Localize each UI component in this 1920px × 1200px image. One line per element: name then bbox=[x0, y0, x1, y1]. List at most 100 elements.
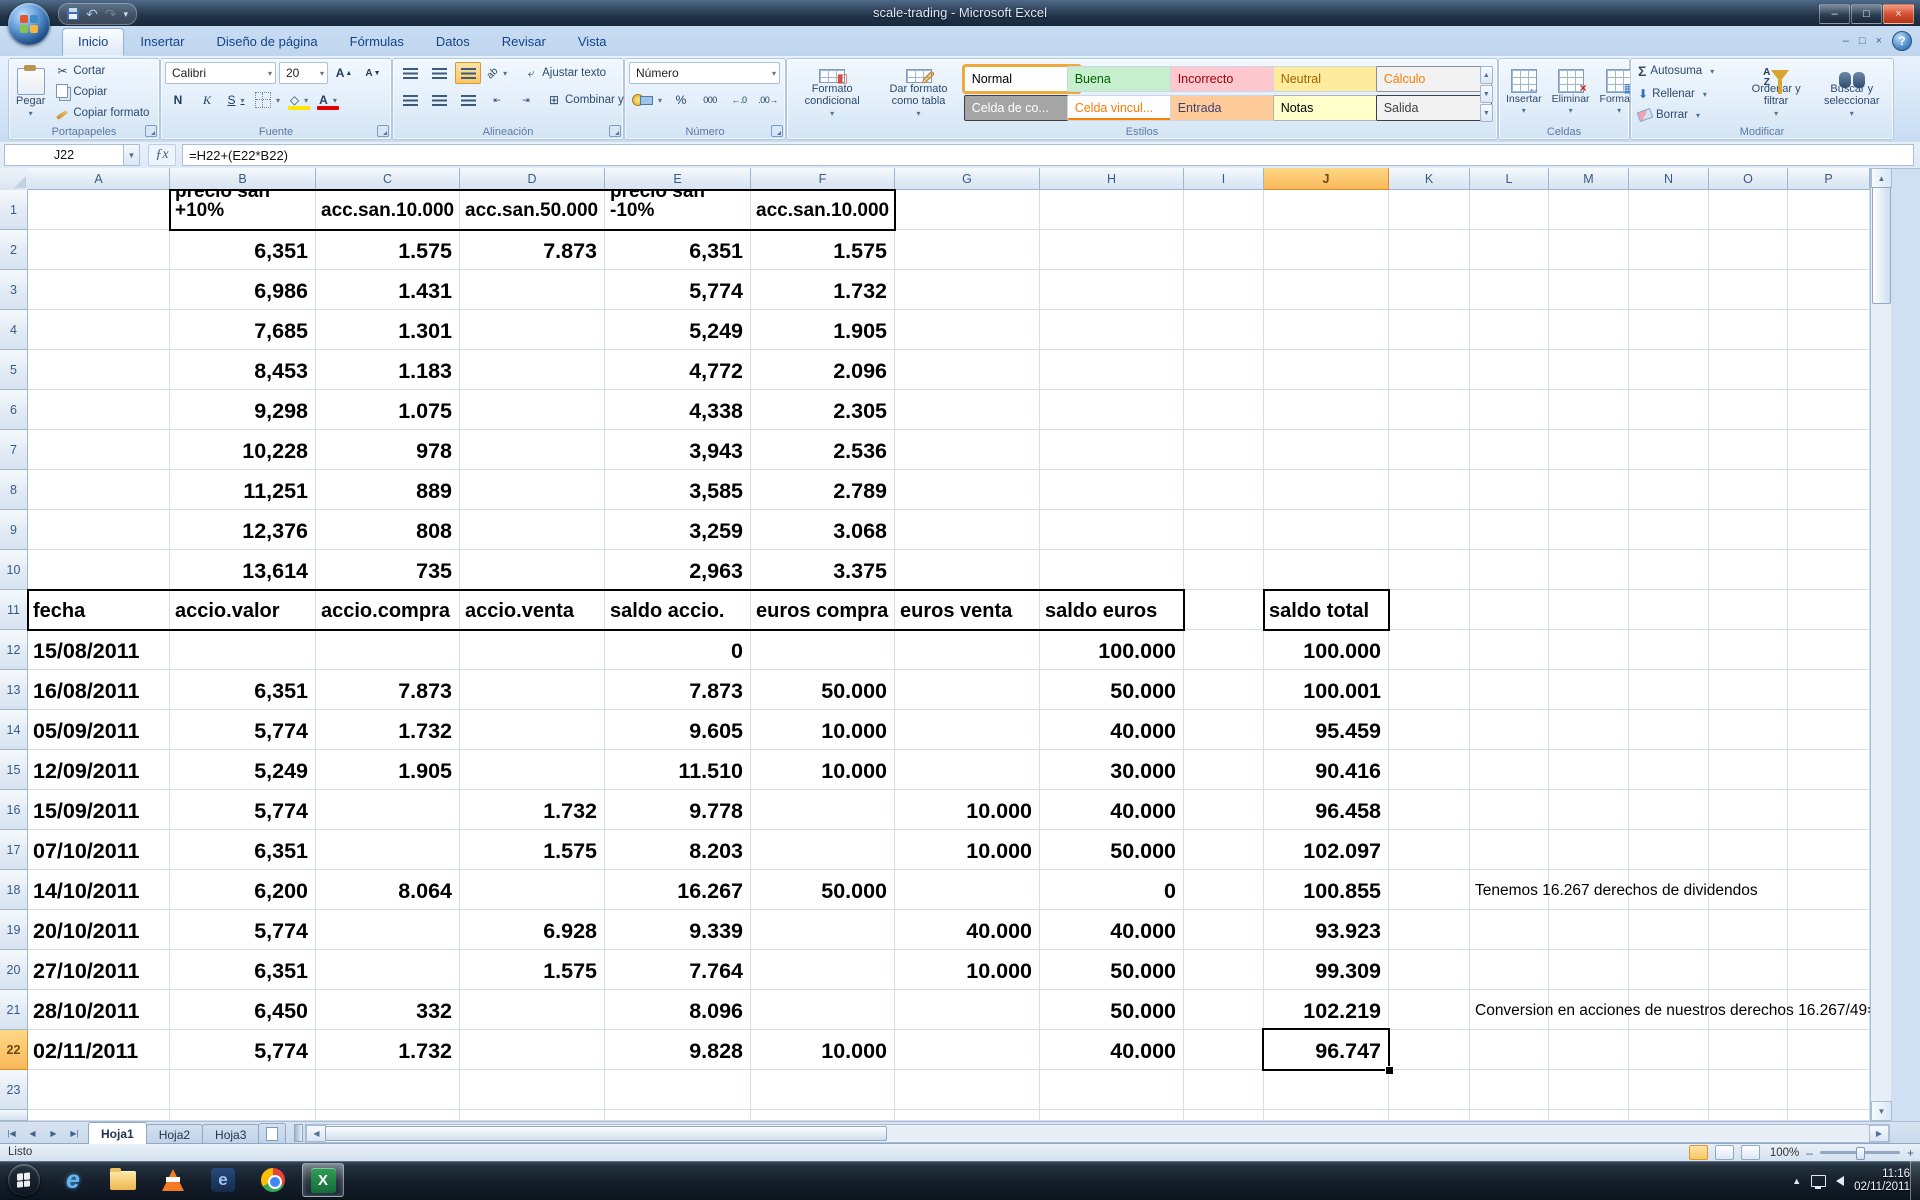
cell-D23[interactable] bbox=[460, 1070, 605, 1110]
cell-M6[interactable] bbox=[1549, 390, 1629, 430]
cell-E15[interactable]: 11.510 bbox=[605, 750, 751, 790]
cell-E11[interactable]: saldo accio. bbox=[605, 590, 751, 630]
cell-A6[interactable] bbox=[28, 390, 170, 430]
cell-L4[interactable] bbox=[1470, 310, 1549, 350]
cell-N14[interactable] bbox=[1629, 710, 1709, 750]
cell-G2[interactable] bbox=[895, 230, 1040, 270]
cell-C20[interactable] bbox=[316, 950, 460, 990]
cell-E17[interactable]: 8.203 bbox=[605, 830, 751, 870]
cell-A1[interactable] bbox=[28, 190, 170, 230]
cell-G18[interactable] bbox=[895, 870, 1040, 910]
cell-M22[interactable] bbox=[1549, 1030, 1629, 1070]
cell-G23[interactable] bbox=[895, 1070, 1040, 1110]
page-break-view-button[interactable] bbox=[1741, 1145, 1760, 1160]
cell-P6[interactable] bbox=[1788, 390, 1870, 430]
cell-P1[interactable] bbox=[1788, 190, 1870, 230]
cell-N9[interactable] bbox=[1629, 510, 1709, 550]
row-header-7[interactable]: 7 bbox=[0, 430, 28, 470]
clear-button[interactable]: Borrar▾ bbox=[1635, 108, 1738, 122]
cell-A2[interactable] bbox=[28, 230, 170, 270]
tab-vista[interactable]: Vista bbox=[562, 28, 623, 56]
cell-G15[interactable] bbox=[895, 750, 1040, 790]
cell-H23[interactable] bbox=[1040, 1070, 1184, 1110]
cell-B3[interactable]: 6,986 bbox=[170, 270, 316, 310]
cell-P8[interactable] bbox=[1788, 470, 1870, 510]
cell-N10[interactable] bbox=[1629, 550, 1709, 590]
cell-K24[interactable] bbox=[1389, 1110, 1470, 1121]
cell-I21[interactable] bbox=[1184, 990, 1264, 1030]
cell-D12[interactable] bbox=[460, 630, 605, 670]
cell-D16[interactable]: 1.732 bbox=[460, 790, 605, 830]
tab-insertar[interactable]: Insertar bbox=[124, 28, 200, 56]
taskbar-button-explorer[interactable] bbox=[102, 1163, 144, 1197]
column-header-O[interactable]: O bbox=[1709, 168, 1788, 190]
comma-style-button[interactable]: 000 bbox=[697, 89, 723, 111]
cell-I24[interactable] bbox=[1184, 1110, 1264, 1121]
cell-A7[interactable] bbox=[28, 430, 170, 470]
cell-N12[interactable] bbox=[1629, 630, 1709, 670]
cell-B17[interactable]: 6,351 bbox=[170, 830, 316, 870]
cell-F13[interactable]: 50.000 bbox=[751, 670, 895, 710]
normal-view-button[interactable] bbox=[1689, 1145, 1708, 1160]
cell-I18[interactable] bbox=[1184, 870, 1264, 910]
cell-D20[interactable]: 1.575 bbox=[460, 950, 605, 990]
cell-K2[interactable] bbox=[1389, 230, 1470, 270]
cell-P9[interactable] bbox=[1788, 510, 1870, 550]
close-button[interactable]: × bbox=[1883, 4, 1914, 24]
cell-G21[interactable] bbox=[895, 990, 1040, 1030]
cell-N7[interactable] bbox=[1629, 430, 1709, 470]
borders-button[interactable]: ▾ bbox=[252, 89, 283, 111]
gallery-more-icon[interactable]: ▼ bbox=[1480, 104, 1493, 122]
gallery-down-icon[interactable]: ▼ bbox=[1480, 85, 1493, 103]
cell-I16[interactable] bbox=[1184, 790, 1264, 830]
cell-O24[interactable] bbox=[1709, 1110, 1788, 1121]
cell-I1[interactable] bbox=[1184, 190, 1264, 230]
cell-D8[interactable] bbox=[460, 470, 605, 510]
cell-J7[interactable] bbox=[1264, 430, 1389, 470]
cell-G6[interactable] bbox=[895, 390, 1040, 430]
cell-J5[interactable] bbox=[1264, 350, 1389, 390]
cell-F3[interactable]: 1.732 bbox=[751, 270, 895, 310]
fill-button[interactable]: ⬇Rellenar▾ bbox=[1635, 86, 1738, 102]
cell-style-c-lculo[interactable]: Cálculo bbox=[1376, 66, 1492, 92]
column-header-G[interactable]: G bbox=[895, 168, 1040, 190]
zoom-level[interactable]: 100% bbox=[1767, 1147, 1799, 1159]
cell-G22[interactable] bbox=[895, 1030, 1040, 1070]
cell-N11[interactable] bbox=[1629, 590, 1709, 630]
cell-G16[interactable]: 10.000 bbox=[895, 790, 1040, 830]
sheet-tab-hoja3[interactable]: Hoja3 bbox=[202, 1124, 259, 1144]
cell-L6[interactable] bbox=[1470, 390, 1549, 430]
cell-I22[interactable] bbox=[1184, 1030, 1264, 1070]
cell-H1[interactable] bbox=[1040, 190, 1184, 230]
cell-O2[interactable] bbox=[1709, 230, 1788, 270]
cell-D5[interactable] bbox=[460, 350, 605, 390]
row-header-11[interactable]: 11 bbox=[0, 590, 28, 630]
cell-L24[interactable] bbox=[1470, 1110, 1549, 1121]
cell-E10[interactable]: 2,963 bbox=[605, 550, 751, 590]
cell-C7[interactable]: 978 bbox=[316, 430, 460, 470]
cell-H12[interactable]: 100.000 bbox=[1040, 630, 1184, 670]
show-desktop-button[interactable] bbox=[1910, 1161, 1920, 1200]
cell-O11[interactable] bbox=[1709, 590, 1788, 630]
cell-O15[interactable] bbox=[1709, 750, 1788, 790]
insert-cells-button[interactable]: ← Insertar▾ bbox=[1503, 62, 1545, 122]
cell-H19[interactable]: 40.000 bbox=[1040, 910, 1184, 950]
column-header-I[interactable]: I bbox=[1184, 168, 1264, 190]
cell-K16[interactable] bbox=[1389, 790, 1470, 830]
name-box-caret-icon[interactable]: ▼ bbox=[124, 144, 140, 166]
vertical-scrollbar[interactable]: ▲ ▼ bbox=[1870, 168, 1891, 1121]
cell-F24[interactable] bbox=[751, 1110, 895, 1121]
cell-I11[interactable] bbox=[1184, 590, 1264, 630]
format-as-table-button[interactable]: 🖉 Dar formato como tabla ▾ bbox=[877, 62, 959, 122]
cell-J8[interactable] bbox=[1264, 470, 1389, 510]
cell-B21[interactable]: 6,450 bbox=[170, 990, 316, 1030]
sheet-tab-hoja1[interactable]: Hoja1 bbox=[88, 1122, 147, 1144]
cell-O22[interactable] bbox=[1709, 1030, 1788, 1070]
cell-M20[interactable] bbox=[1549, 950, 1629, 990]
cell-M23[interactable] bbox=[1549, 1070, 1629, 1110]
cell-F14[interactable]: 10.000 bbox=[751, 710, 895, 750]
cell-J3[interactable] bbox=[1264, 270, 1389, 310]
cell-A8[interactable] bbox=[28, 470, 170, 510]
cell-P18[interactable] bbox=[1788, 870, 1870, 910]
cell-D18[interactable] bbox=[460, 870, 605, 910]
